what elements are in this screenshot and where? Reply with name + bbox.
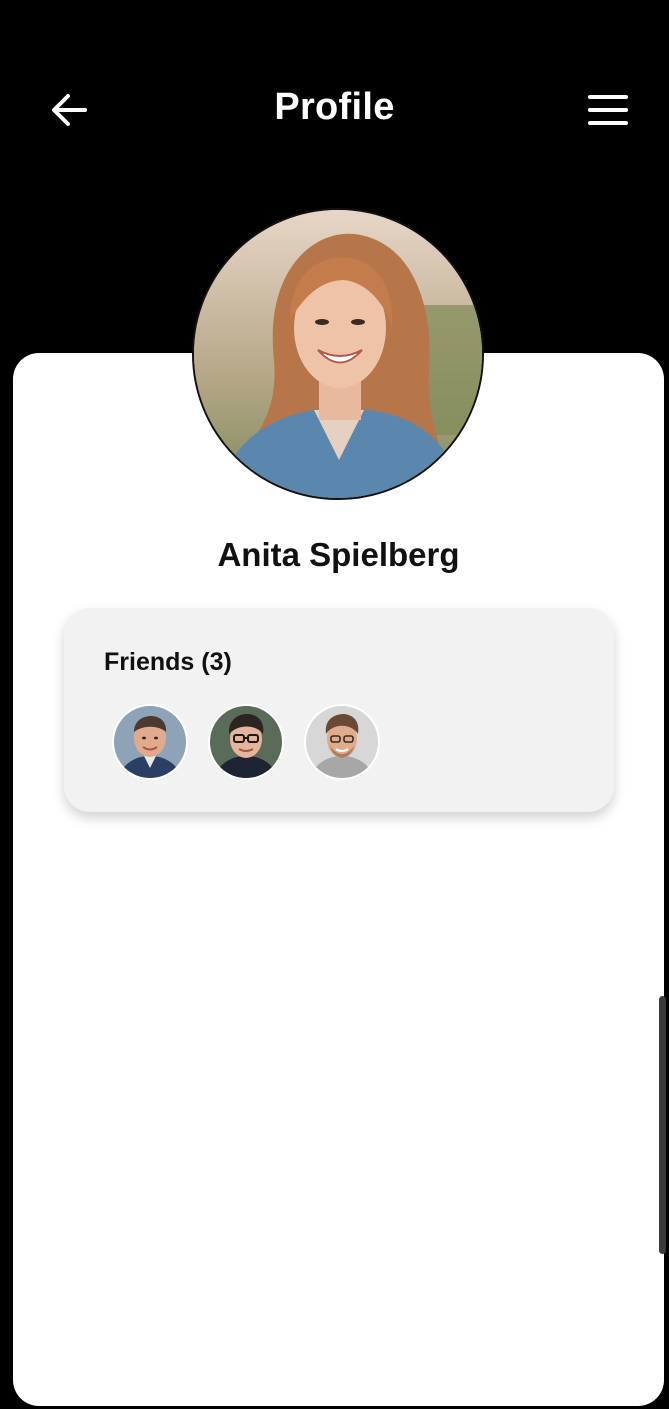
hamburger-menu-icon <box>587 94 629 131</box>
profile-name: Anita Spielberg <box>217 536 460 573</box>
profile-avatar <box>192 208 484 500</box>
menu-button[interactable] <box>582 88 634 136</box>
header: Profile <box>0 0 669 230</box>
friends-title: Friends (3) <box>104 648 232 676</box>
profile-screen: Profile Anita Spielberg Friends (3) <box>0 0 669 1409</box>
friend-avatar-1[interactable] <box>112 704 188 780</box>
page-title: Profile <box>274 86 395 128</box>
friends-card: Friends (3) <box>64 608 614 812</box>
scrollbar[interactable] <box>659 996 666 1254</box>
profile-card <box>13 353 664 1406</box>
friend-avatar-3[interactable] <box>304 704 380 780</box>
friend-avatar-2[interactable] <box>208 704 284 780</box>
